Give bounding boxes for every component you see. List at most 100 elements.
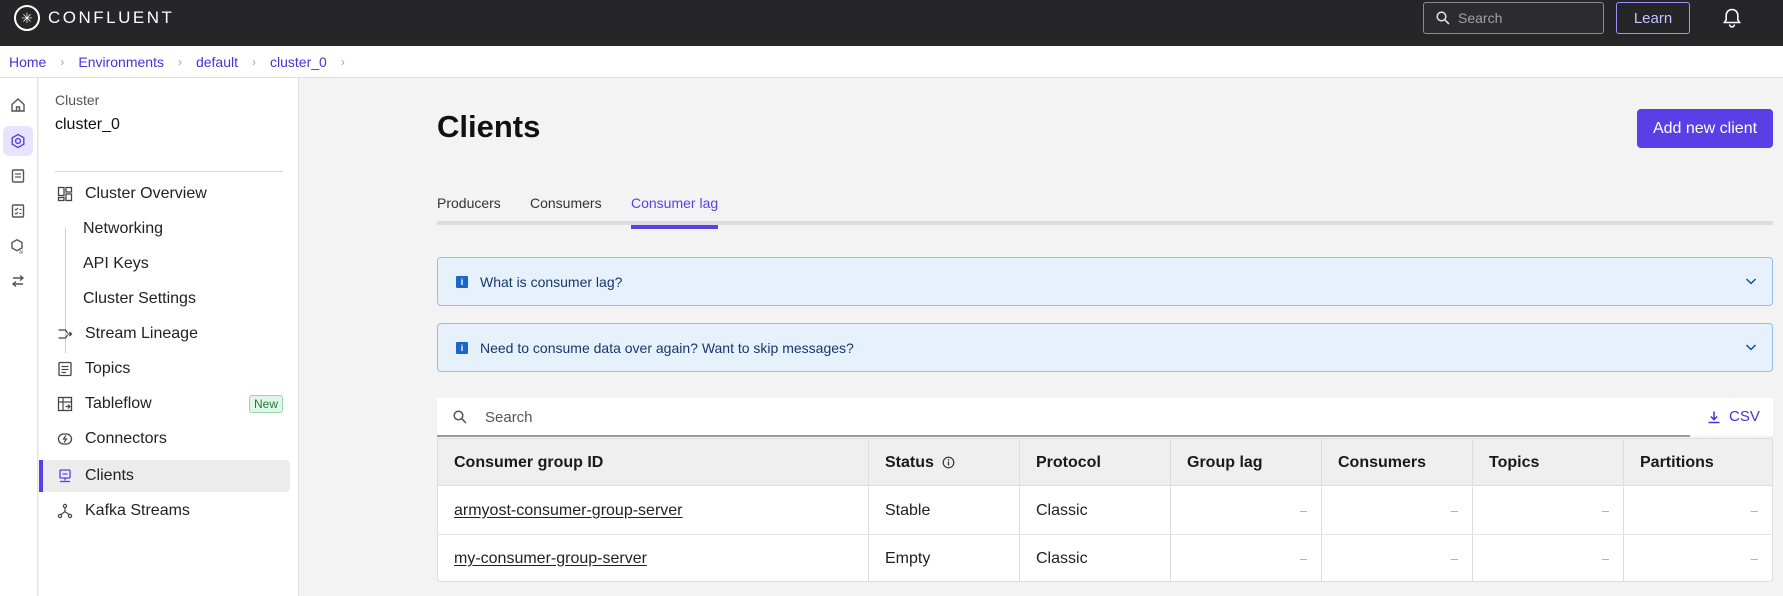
lineage-icon	[55, 324, 75, 344]
topics-icon	[55, 359, 75, 379]
consumers-cell: –	[1322, 487, 1473, 534]
breadcrumb-separator-icon: ›	[177, 54, 182, 69]
new-badge: New	[249, 395, 284, 413]
global-search-input[interactable]	[1458, 10, 1588, 26]
sidebar-item-topics[interactable]: Topics	[39, 353, 290, 385]
csv-label: CSV	[1729, 408, 1760, 425]
top-bar: ✳ CONFLUENT Learn	[0, 0, 1783, 46]
notifications-bell-icon[interactable]	[1718, 4, 1746, 32]
sidebar-item-stream-lineage[interactable]: Stream Lineage	[39, 318, 290, 350]
table-row: armyost-consumer-group-server Stable Cla…	[438, 487, 1772, 535]
sidebar-item-api-keys[interactable]: API Keys	[39, 248, 290, 280]
add-new-client-button[interactable]: Add new client	[1637, 109, 1773, 148]
sidebar-item-clients[interactable]: Clients	[39, 460, 290, 492]
sidebar-item-label: Cluster Overview	[85, 185, 207, 202]
breadcrumb-environments[interactable]: Environments	[78, 54, 164, 70]
cluster-sidebar: Cluster cluster_0 Cluster Overview Netwo…	[39, 78, 299, 596]
consumer-group-id-cell: my-consumer-group-server	[438, 535, 869, 582]
dashboard-icon	[55, 184, 75, 204]
kafka-streams-icon	[55, 501, 75, 521]
breadcrumb-separator-icon: ›	[252, 54, 256, 69]
consumer-group-link[interactable]: armyost-consumer-group-server	[454, 502, 683, 520]
stream-governance-icon[interactable]	[3, 196, 33, 226]
sidebar-item-cluster-settings[interactable]: Cluster Settings	[39, 283, 290, 315]
sidebar-item-label: Cluster Settings	[83, 290, 196, 307]
chevron-down-icon	[1745, 278, 1757, 285]
breadcrumb-separator-icon: ›	[340, 54, 345, 69]
column-topics[interactable]: Topics	[1473, 439, 1624, 486]
sidebar-item-connectors[interactable]: Connectors	[39, 423, 290, 455]
sidebar-item-label: Topics	[85, 360, 131, 377]
sidebar-item-label: API Keys	[83, 255, 149, 272]
sidebar-item-label: Kafka Streams	[85, 502, 190, 519]
sidebar-item-label: Tableflow	[85, 395, 152, 412]
data-portal-icon[interactable]	[3, 161, 33, 191]
partitions-cell: –	[1750, 551, 1758, 566]
search-icon	[453, 410, 467, 424]
download-icon	[1708, 411, 1720, 423]
sidebar-item-networking[interactable]: Networking	[39, 213, 290, 245]
column-status[interactable]: Status	[869, 439, 1020, 486]
partitions-cell: –	[1750, 503, 1758, 518]
info-box-text: Need to consume data over again? Want to…	[480, 339, 854, 356]
icon-rail: ai	[0, 78, 38, 596]
info-circle-icon[interactable]	[942, 456, 955, 469]
sidebar-item-label: Networking	[83, 220, 164, 237]
sidebar-item-kafka-streams[interactable]: Kafka Streams	[39, 495, 290, 527]
info-what-is-consumer-lag[interactable]: i What is consumer lag?	[437, 257, 1773, 306]
tab-producers[interactable]: Producers	[437, 195, 501, 224]
environments-icon[interactable]	[3, 126, 33, 156]
status-cell: Empty	[869, 535, 1020, 582]
column-consumers[interactable]: Consumers	[1322, 439, 1473, 486]
search-underline	[437, 435, 1690, 437]
client-tabs: Producers Consumers Consumer lag	[437, 195, 1773, 229]
protocol-cell: Classic	[1020, 535, 1171, 582]
tableflow-icon	[55, 394, 75, 414]
sidebar-item-label: Connectors	[85, 430, 167, 447]
consumer-group-link[interactable]: my-consumer-group-server	[454, 550, 647, 568]
column-status-label: Status	[885, 453, 934, 471]
info-icon: i	[456, 275, 468, 288]
search-icon	[1436, 11, 1450, 25]
ai-models-icon[interactable]: ai	[3, 231, 33, 261]
consumer-group-id-cell: armyost-consumer-group-server	[438, 487, 869, 534]
csv-download-button[interactable]: CSV	[1707, 408, 1760, 425]
breadcrumb-cluster[interactable]: cluster_0	[270, 54, 327, 70]
global-search[interactable]	[1423, 2, 1604, 34]
page-title: Clients	[437, 109, 541, 144]
learn-button[interactable]: Learn	[1616, 2, 1690, 34]
clients-icon	[55, 466, 75, 486]
brand-name: CONFLUENT	[48, 8, 175, 27]
sidebar-item-cluster-overview[interactable]: Cluster Overview	[39, 178, 290, 210]
group-lag-cell: –	[1171, 535, 1322, 582]
home-icon[interactable]	[3, 90, 33, 120]
breadcrumb: Home › Environments › default › cluster_…	[0, 46, 1783, 78]
confluent-logo-icon: ✳	[14, 5, 40, 31]
transfer-icon[interactable]	[3, 266, 33, 296]
column-consumer-group-id[interactable]: Consumer group ID	[438, 439, 869, 486]
confluent-logo[interactable]: ✳ CONFLUENT	[14, 4, 174, 32]
chevron-down-icon	[1745, 344, 1757, 351]
group-lag-cell: –	[1171, 487, 1322, 534]
column-protocol[interactable]: Protocol	[1020, 439, 1171, 486]
tab-consumers[interactable]: Consumers	[530, 195, 602, 224]
column-partitions[interactable]: Partitions	[1624, 439, 1772, 486]
topics-cell: –	[1473, 535, 1624, 582]
breadcrumb-default[interactable]: default	[196, 54, 238, 70]
sidebar-item-label: Stream Lineage	[85, 325, 198, 342]
info-icon: i	[456, 341, 468, 354]
sidebar-item-label: Clients	[85, 467, 134, 484]
cluster-label: Cluster	[55, 92, 100, 108]
info-consume-data-again[interactable]: i Need to consume data over again? Want …	[437, 323, 1773, 372]
info-box-text: What is consumer lag?	[480, 273, 623, 290]
column-group-lag[interactable]: Group lag	[1171, 439, 1322, 486]
consumer-groups-search-input[interactable]	[485, 408, 1485, 426]
sidebar-divider	[55, 171, 283, 172]
breadcrumb-home[interactable]: Home	[9, 54, 46, 70]
connectors-icon	[55, 429, 75, 449]
tab-consumer-lag[interactable]: Consumer lag	[631, 195, 719, 229]
sidebar-item-tableflow[interactable]: Tableflow New	[39, 388, 290, 420]
status-cell: Stable	[869, 487, 1020, 534]
consumers-cell: –	[1322, 535, 1473, 582]
table-row: my-consumer-group-server Empty Classic –…	[438, 535, 1772, 583]
